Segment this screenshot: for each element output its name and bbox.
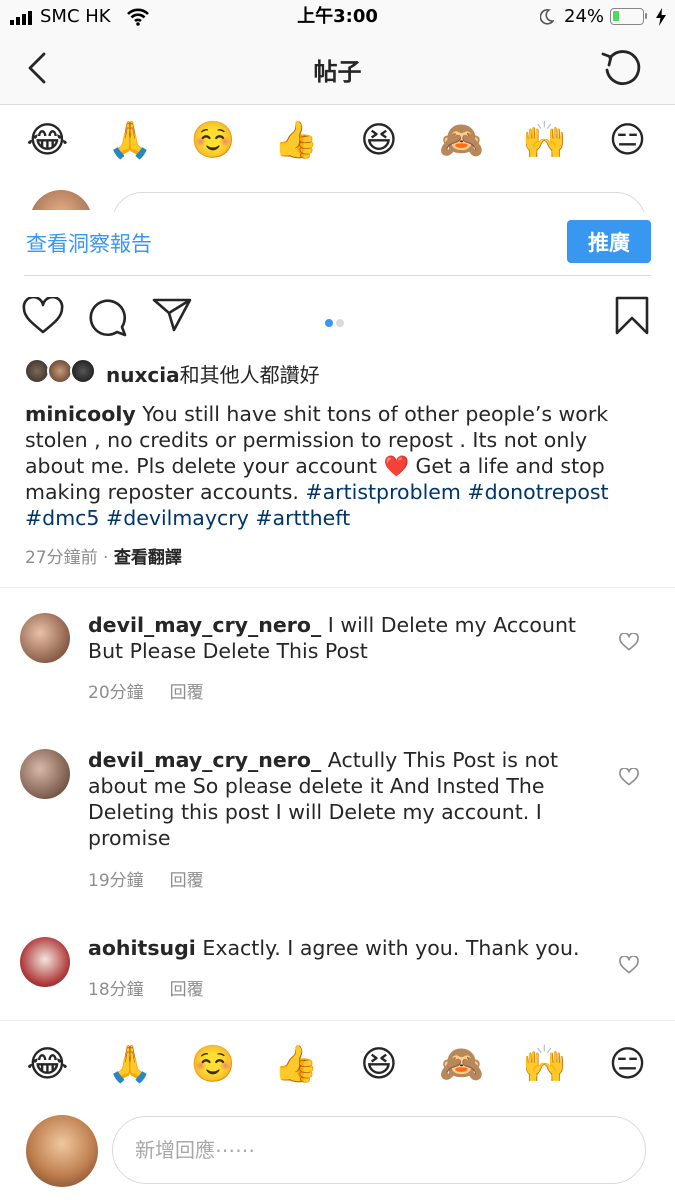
- comment-input-partial: [112, 192, 646, 212]
- battery-level: [613, 11, 619, 21]
- caption-meta: 27分鐘前 · 查看翻譯: [25, 543, 182, 568]
- meta-separator: ·: [97, 548, 114, 568]
- translate-link[interactable]: 查看翻譯: [114, 548, 182, 568]
- moon-icon: [539, 9, 555, 29]
- heart-emoji: ❤️: [383, 454, 409, 478]
- comment-meta: 18分鐘 回覆: [88, 975, 204, 1000]
- hashtag-link[interactable]: #donotrepost: [467, 480, 608, 504]
- heart-outline-icon[interactable]: [22, 295, 64, 339]
- hashtag-link[interactable]: #artistproblem: [305, 480, 460, 504]
- emoji-button[interactable]: 🙌: [515, 1047, 575, 1083]
- emoji-button[interactable]: ☺️: [183, 123, 243, 159]
- comment-like-heart-icon[interactable]: [619, 632, 639, 655]
- comment-timestamp: 18分鐘: [88, 980, 144, 1000]
- carousel-indicator: [325, 312, 349, 327]
- emoji-bar-bottom: 😂 🙏 ☺️ 👍 😆 🙈 🙌 😑: [0, 1030, 675, 1100]
- comment-like-heart-icon[interactable]: [619, 955, 639, 978]
- divider: [24, 275, 651, 276]
- post-caption: minicooly You still have shit tons of ot…: [25, 401, 650, 531]
- comment-meta: 20分鐘 回覆: [88, 678, 204, 703]
- commenter-avatar[interactable]: [20, 937, 70, 987]
- caption-username[interactable]: minicooly: [25, 402, 136, 426]
- reply-button[interactable]: 回覆: [170, 871, 204, 891]
- emoji-bar-top: 😂 🙏 ☺️ 👍 😆 🙈 🙌 😑: [0, 106, 675, 176]
- hashtag-link[interactable]: #dmc5: [25, 506, 99, 530]
- divider: [0, 1020, 675, 1021]
- send-icon[interactable]: [152, 297, 192, 337]
- bookmark-icon[interactable]: [614, 296, 650, 340]
- reply-button[interactable]: 回覆: [170, 980, 204, 1000]
- likes-summary[interactable]: nuxcia和其他人都讚好: [106, 359, 320, 388]
- emoji-button[interactable]: 👍: [266, 1047, 326, 1083]
- comment-icon[interactable]: [88, 297, 128, 341]
- hashtag-link[interactable]: #arttheft: [255, 506, 350, 530]
- emoji-button[interactable]: 😑: [598, 1047, 658, 1083]
- emoji-button[interactable]: 🙈: [432, 1047, 492, 1083]
- emoji-button[interactable]: 🙌: [515, 123, 575, 159]
- comment-username[interactable]: devil_may_cry_nero_: [88, 613, 321, 637]
- comment-like-heart-icon[interactable]: [619, 767, 639, 790]
- comment-meta: 19分鐘 回覆: [88, 866, 204, 891]
- likes-suffix: 和其他人都讚好: [179, 363, 320, 387]
- comment-body: aohitsugi Exactly. I agree with you. Tha…: [88, 935, 588, 961]
- emoji-button[interactable]: 👍: [266, 123, 326, 159]
- carousel-dot: [325, 319, 333, 327]
- status-bar: SMC HK 上午3:00 24%: [0, 0, 675, 34]
- commenter-avatar[interactable]: [20, 613, 70, 663]
- comment-text: Exactly. I agree with you. Thank you.: [202, 936, 580, 960]
- emoji-button[interactable]: 😆: [349, 123, 409, 159]
- divider: [0, 587, 675, 588]
- nav-bar: 帖子: [0, 34, 675, 105]
- emoji-button[interactable]: 😂: [17, 1047, 77, 1083]
- comment-input[interactable]: [112, 1116, 646, 1184]
- emoji-button[interactable]: 😑: [598, 123, 658, 159]
- page-title: 帖子: [313, 58, 362, 86]
- comment-username[interactable]: aohitsugi: [88, 936, 196, 960]
- promote-button[interactable]: 推廣: [567, 220, 651, 263]
- liker-username[interactable]: nuxcia: [106, 363, 180, 387]
- emoji-button[interactable]: 😂: [17, 123, 77, 159]
- battery-percent: 24%: [564, 6, 605, 27]
- comment-body: devil_may_cry_nero_ I will Delete my Acc…: [88, 612, 588, 664]
- avatar-partial: [30, 190, 92, 210]
- emoji-button[interactable]: 🙈: [432, 123, 492, 159]
- view-insights-link[interactable]: 查看洞察報告: [26, 228, 152, 258]
- reply-button[interactable]: 回覆: [170, 683, 204, 703]
- comment-timestamp: 19分鐘: [88, 871, 144, 891]
- emoji-button[interactable]: 😆: [349, 1047, 409, 1083]
- caption-timestamp: 27分鐘前: [25, 548, 98, 568]
- carousel-dot: [336, 319, 344, 327]
- battery-icon: [610, 8, 647, 25]
- charging-bolt-icon: [655, 8, 667, 30]
- emoji-button[interactable]: 🙏: [100, 1047, 160, 1083]
- comment-body: devil_may_cry_nero_ Actully This Post is…: [88, 747, 588, 851]
- commenter-avatar[interactable]: [20, 749, 70, 799]
- refresh-icon[interactable]: [600, 46, 644, 94]
- comment-username[interactable]: devil_may_cry_nero_: [88, 748, 321, 772]
- emoji-button[interactable]: ☺️: [183, 1047, 243, 1083]
- liker-avatar[interactable]: [70, 358, 96, 384]
- emoji-button[interactable]: 🙏: [100, 123, 160, 159]
- comment-timestamp: 20分鐘: [88, 683, 144, 703]
- user-avatar: [26, 1115, 98, 1187]
- hashtag-link[interactable]: #devilmaycry: [106, 506, 249, 530]
